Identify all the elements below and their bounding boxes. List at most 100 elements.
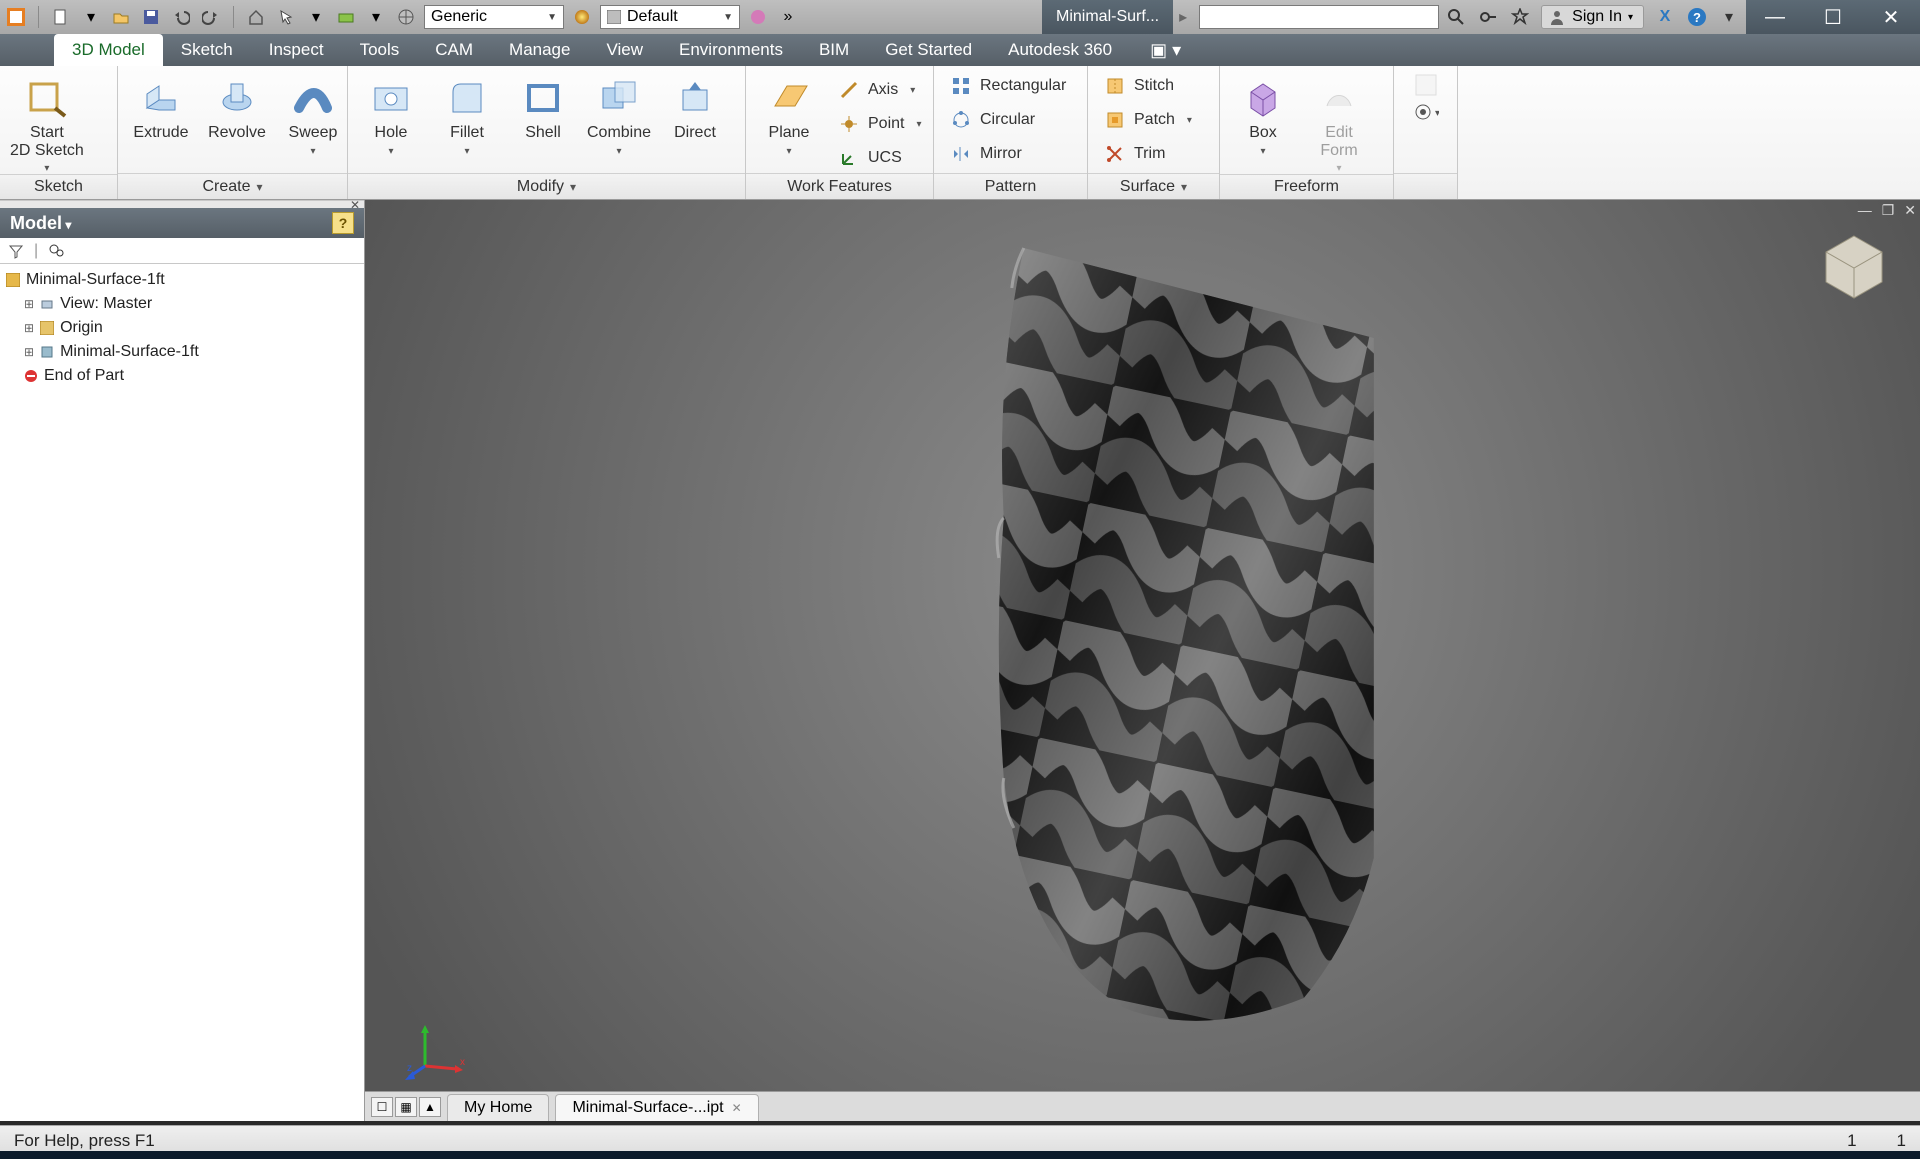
help-icon[interactable]: ? <box>1686 6 1708 28</box>
open-icon[interactable] <box>109 5 133 29</box>
home-icon[interactable] <box>244 5 268 29</box>
expand-icon[interactable]: ⊞ <box>24 297 34 311</box>
find-icon[interactable] <box>48 243 64 259</box>
direct-button[interactable]: Direct <box>662 72 728 142</box>
tab-bim[interactable]: BIM <box>801 34 867 66</box>
circular-pattern-button[interactable]: Circular <box>944 106 1072 134</box>
view-cube[interactable] <box>1818 230 1890 302</box>
tab-view[interactable]: View <box>588 34 661 66</box>
tab-sketch[interactable]: Sketch <box>163 34 251 66</box>
app-icon[interactable] <box>4 5 28 29</box>
shell-button[interactable]: Shell <box>510 72 576 142</box>
point-button[interactable]: Point▾ <box>832 110 928 138</box>
browser-resize-handle[interactable]: ✕ <box>0 200 364 208</box>
tab-get-started[interactable]: Get Started <box>867 34 990 66</box>
tree-end-of-part[interactable]: End of Part <box>6 364 358 388</box>
view-up-icon[interactable]: ▲ <box>419 1097 441 1117</box>
panel-work-title[interactable]: Work Features <box>746 173 933 199</box>
signin-button[interactable]: Sign In ▾ <box>1541 5 1644 29</box>
viewport-minimize-icon[interactable]: — <box>1858 202 1872 219</box>
browser-header[interactable]: Model ▾ ? <box>0 208 364 238</box>
tab-inspect[interactable]: Inspect <box>251 34 342 66</box>
single-view-icon[interactable]: ☐ <box>371 1097 393 1117</box>
multi-view-icon[interactable]: ▦ <box>395 1097 417 1117</box>
appearance-combo[interactable]: Default ▼ <box>600 5 740 29</box>
close-button[interactable]: ✕ <box>1862 0 1920 34</box>
box-button[interactable]: Box▾ <box>1230 72 1296 157</box>
material-combo[interactable]: Generic▼ <box>424 5 564 29</box>
chevron-down-icon[interactable]: ▾ <box>364 5 388 29</box>
star-icon[interactable] <box>1509 6 1531 28</box>
material-icon[interactable] <box>334 5 358 29</box>
tree-root[interactable]: Minimal-Surface-1ft <box>6 268 358 292</box>
new-icon[interactable] <box>49 5 73 29</box>
tab-cam[interactable]: CAM <box>417 34 491 66</box>
document-title-tab[interactable]: Minimal-Surf... <box>1042 0 1173 34</box>
panel-freeform-title[interactable]: Freeform <box>1220 174 1393 199</box>
appearance-sphere2-icon[interactable] <box>746 5 770 29</box>
tab-3d-model[interactable]: 3D Model <box>54 34 163 66</box>
tree-feature[interactable]: ⊞Minimal-Surface-1ft <box>6 340 358 364</box>
sweep-button[interactable]: Sweep▾ <box>280 72 346 157</box>
overflow-icon[interactable]: » <box>776 5 800 29</box>
expand-icon[interactable]: ⊞ <box>24 321 34 335</box>
maximize-button[interactable]: ☐ <box>1804 0 1862 34</box>
exchange-icon[interactable]: X <box>1654 6 1676 28</box>
start-sketch-label: Start 2D Sketch <box>10 124 84 159</box>
ribbon-overflow-icon[interactable]: ▣ ▾ <box>1150 40 1181 61</box>
panel-surface-title[interactable]: Surface <box>1088 173 1219 199</box>
minimize-button[interactable]: — <box>1746 0 1804 34</box>
globe-icon[interactable] <box>394 5 418 29</box>
hole-button[interactable]: Hole▾ <box>358 72 424 157</box>
plane-button[interactable]: Plane▾ <box>756 72 822 157</box>
doc-tab-home[interactable]: My Home <box>447 1094 549 1121</box>
search-icon[interactable] <box>1445 6 1467 28</box>
viewport-close-icon[interactable]: ✕ <box>1904 202 1916 219</box>
undo-icon[interactable] <box>169 5 193 29</box>
tab-close-icon[interactable]: ✕ <box>732 1101 742 1115</box>
fillet-button[interactable]: Fillet▾ <box>434 72 500 157</box>
ucs-button[interactable]: UCS <box>832 144 928 172</box>
chevron-right-icon[interactable]: ▸ <box>1179 7 1187 27</box>
rectangular-pattern-button[interactable]: Rectangular <box>944 72 1072 100</box>
panel-modify-title[interactable]: Modify <box>348 173 745 199</box>
browser-tree[interactable]: Minimal-Surface-1ft ⊞View: Master ⊞Origi… <box>0 264 364 1121</box>
trim-button[interactable]: Trim <box>1098 140 1198 168</box>
tab-manage[interactable]: Manage <box>491 34 588 66</box>
expand-icon[interactable]: ⊞ <box>24 345 34 359</box>
chevron-down-icon[interactable]: ▾ <box>79 5 103 29</box>
select-icon[interactable] <box>274 5 298 29</box>
stitch-button[interactable]: Stitch <box>1098 72 1198 100</box>
chevron-down-icon[interactable]: ▾ <box>304 5 328 29</box>
save-icon[interactable] <box>139 5 163 29</box>
browser-help-icon[interactable]: ? <box>332 212 354 234</box>
start-2d-sketch-button[interactable]: Start 2D Sketch▾ <box>10 72 84 174</box>
viewport-3d[interactable]: — ❐ ✕ <box>365 200 1920 1121</box>
tab-environments[interactable]: Environments <box>661 34 801 66</box>
visibility-toggle[interactable]: ▾ <box>1413 102 1439 122</box>
filter-icon[interactable] <box>8 243 24 259</box>
chevron-down-icon[interactable]: ▾ <box>1718 6 1740 28</box>
key-icon[interactable] <box>1477 6 1499 28</box>
chevron-down-icon: ▾ <box>916 119 921 130</box>
redo-icon[interactable] <box>199 5 223 29</box>
revolve-button[interactable]: Revolve <box>204 72 270 142</box>
doc-tab-file[interactable]: Minimal-Surface-...ipt✕ <box>555 1094 758 1121</box>
tab-autodesk360[interactable]: Autodesk 360 <box>990 34 1130 66</box>
appearance-sphere-icon[interactable] <box>570 5 594 29</box>
tab-tools[interactable]: Tools <box>342 34 418 66</box>
tree-origin[interactable]: ⊞Origin <box>6 316 358 340</box>
patch-button[interactable]: Patch▾ <box>1098 106 1198 134</box>
combine-label: Combine <box>587 124 651 142</box>
combine-button[interactable]: Combine▾ <box>586 72 652 157</box>
panel-pattern-title[interactable]: Pattern <box>934 173 1087 199</box>
search-input[interactable] <box>1199 5 1439 29</box>
axis-button[interactable]: Axis▾ <box>832 76 928 104</box>
panel-sketch-title[interactable]: Sketch <box>0 174 117 199</box>
mirror-button[interactable]: Mirror <box>944 140 1072 168</box>
tree-view[interactable]: ⊞View: Master <box>6 292 358 316</box>
panel-create-title[interactable]: Create <box>118 173 347 199</box>
extrude-button[interactable]: Extrude <box>128 72 194 142</box>
axis-gizmo[interactable]: x z <box>405 1021 465 1081</box>
viewport-restore-icon[interactable]: ❐ <box>1882 202 1895 219</box>
